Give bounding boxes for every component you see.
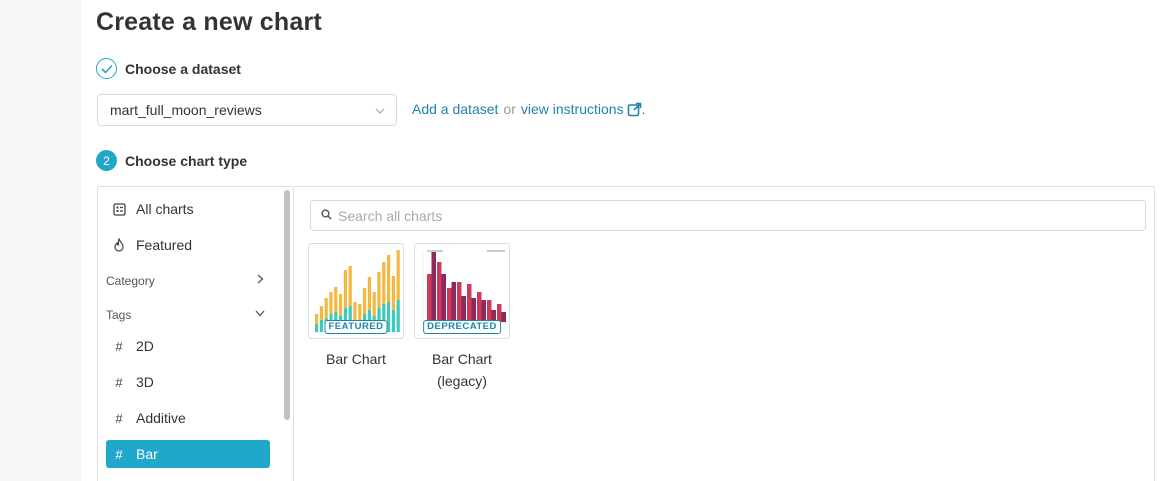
sidebar-item-label: 3D bbox=[136, 374, 154, 390]
fire-icon bbox=[112, 238, 126, 252]
featured-badge: FEATURED bbox=[324, 320, 388, 334]
sidebar-item-tag-2d[interactable]: # 2D bbox=[106, 332, 270, 360]
add-dataset-link[interactable]: Add a dataset bbox=[412, 101, 498, 117]
check-circle-icon bbox=[96, 58, 117, 79]
chart-card-label: Bar Chart bbox=[326, 351, 386, 367]
sidebar-item-featured[interactable]: Featured bbox=[106, 231, 270, 259]
sidebar-item-label: Additive bbox=[136, 410, 186, 426]
chart-card-bar-chart[interactable]: FEATURED Bar Chart bbox=[308, 243, 404, 370]
chart-card-bar-chart-legacy[interactable]: DEPRECATED Bar Chart (legacy) bbox=[414, 243, 510, 392]
sidebar-item-label: Bar bbox=[136, 446, 158, 462]
step-number: 2 bbox=[96, 150, 117, 171]
step-label: Choose chart type bbox=[125, 152, 248, 169]
hash-icon: # bbox=[115, 446, 123, 462]
sidebar-tags-toggle[interactable]: Tags bbox=[106, 307, 266, 322]
search-box bbox=[310, 200, 1146, 231]
main-panel: Create a new chart Choose a dataset mart… bbox=[81, 0, 1175, 481]
chart-thumbnail: DEPRECATED bbox=[414, 243, 510, 339]
step-choose-dataset: Choose a dataset bbox=[96, 58, 241, 79]
grid-list-icon bbox=[112, 202, 126, 216]
sidebar-item-label: Featured bbox=[136, 237, 193, 253]
dataset-links: Add a dataset or view instructions . bbox=[412, 101, 645, 117]
tags-label: Tags bbox=[106, 307, 132, 322]
chart-chooser: All charts Featured Category Tags # 2D #… bbox=[97, 186, 1155, 481]
search-icon bbox=[321, 207, 332, 225]
step-label: Choose a dataset bbox=[125, 60, 241, 77]
sidebar-category-toggle[interactable]: Category bbox=[106, 273, 266, 288]
trailing-period: . bbox=[641, 101, 646, 117]
sidebar-item-label: 2D bbox=[136, 338, 154, 354]
hash-icon: # bbox=[115, 410, 123, 426]
chevron-down-icon bbox=[374, 104, 386, 120]
sidebar-item-tag-3d[interactable]: # 3D bbox=[106, 368, 270, 396]
or-text: or bbox=[503, 101, 516, 117]
category-label: Category bbox=[106, 273, 155, 288]
sidebar-item-label: All charts bbox=[136, 201, 194, 217]
search-input[interactable] bbox=[338, 207, 1118, 224]
chevron-right-icon bbox=[254, 273, 266, 288]
chart-sidebar: All charts Featured Category Tags # 2D #… bbox=[98, 187, 294, 481]
view-instructions-link[interactable]: view instructions bbox=[521, 101, 624, 117]
dataset-select[interactable]: mart_full_moon_reviews bbox=[97, 94, 397, 126]
hash-icon: # bbox=[115, 338, 123, 354]
sidebar-scrollbar[interactable] bbox=[284, 190, 290, 420]
chart-thumbnail: FEATURED bbox=[308, 243, 404, 339]
deprecated-badge: DEPRECATED bbox=[423, 320, 501, 334]
chevron-down-icon bbox=[254, 307, 266, 322]
sidebar-item-tag-additive[interactable]: # Additive bbox=[106, 404, 270, 432]
external-link-icon[interactable] bbox=[627, 102, 642, 117]
chart-card-label: Bar Chart (legacy) bbox=[432, 351, 492, 389]
step-choose-chart-type: 2 Choose chart type bbox=[96, 150, 247, 171]
sidebar-item-all-charts[interactable]: All charts bbox=[106, 195, 270, 223]
hash-icon: # bbox=[115, 374, 123, 390]
dataset-select-value: mart_full_moon_reviews bbox=[110, 102, 262, 118]
sidebar-item-tag-bar[interactable]: # Bar bbox=[106, 440, 270, 468]
page-title: Create a new chart bbox=[96, 8, 322, 36]
